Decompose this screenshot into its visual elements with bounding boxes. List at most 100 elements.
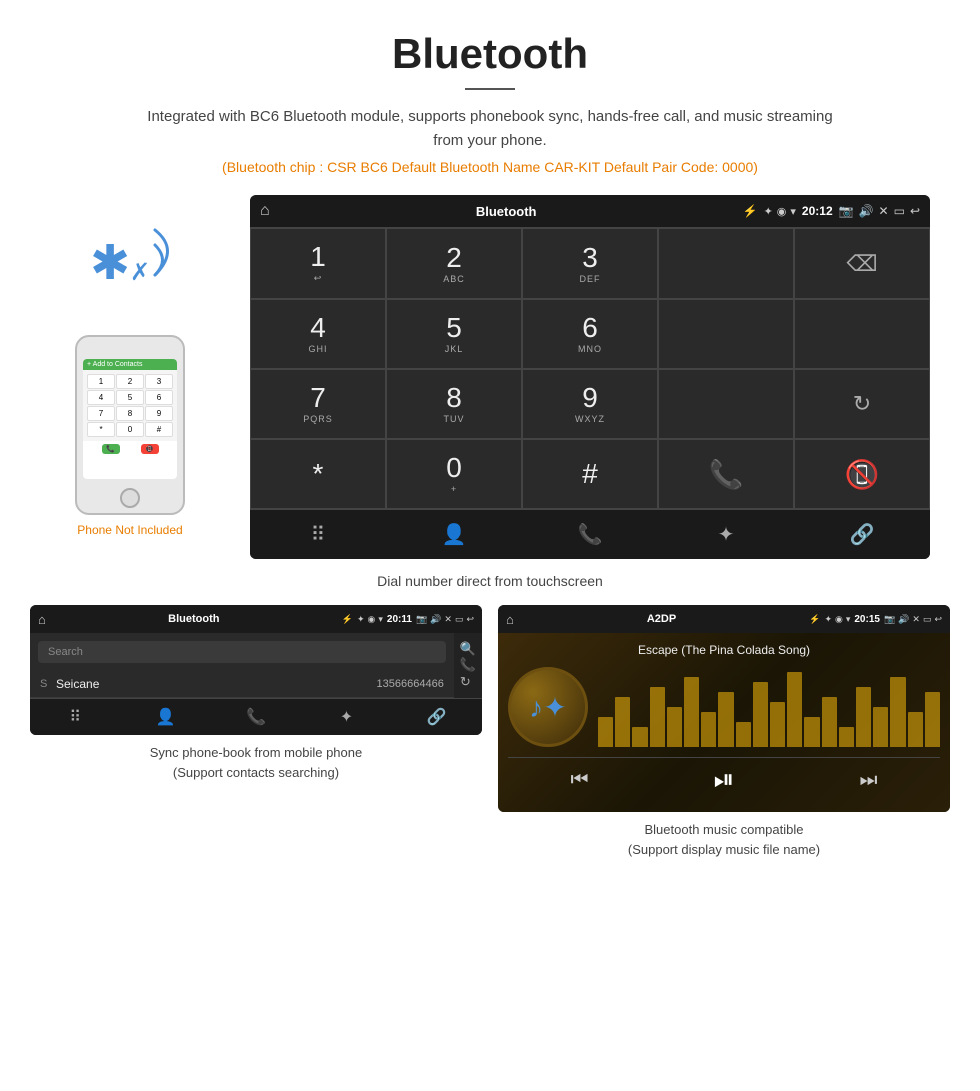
pb-sig-icon: ▾ xyxy=(378,614,383,625)
music-play-button[interactable]: ⏯ xyxy=(714,764,735,796)
pb-bottom-nav: ⠿ 👤 📞 ✦ 🔗 xyxy=(30,698,482,735)
dialpad-grid: 1 ↩ 2 ABC 3 DEF ⌫ 4 GHI 5 JKL xyxy=(250,227,930,509)
mini-key-0: 0 xyxy=(116,422,144,437)
music-song-title: Escape (The Pina Colada Song) xyxy=(638,643,810,657)
music-prev-button[interactable]: ⏮ xyxy=(571,769,589,792)
music-caption: Bluetooth music compatible(Support displ… xyxy=(628,820,820,859)
mini-end-button: 📵 xyxy=(141,444,159,454)
viz-bar xyxy=(615,697,630,747)
dial-sub-2: ABC xyxy=(443,274,465,284)
dial-key-star[interactable]: * xyxy=(250,439,386,509)
nav-phone-icon[interactable]: 📞 xyxy=(522,510,658,559)
nav-bluetooth-icon[interactable]: ✦ xyxy=(658,510,794,559)
mini-call-button: 📞 xyxy=(102,444,120,454)
viz-bar xyxy=(598,717,613,747)
pb-window-icon: ▭ xyxy=(455,614,464,625)
pb-nav-dialpad[interactable]: ⠿ xyxy=(30,699,120,735)
dial-sub-4: GHI xyxy=(308,344,327,354)
dial-key-4[interactable]: 4 GHI xyxy=(250,299,386,369)
nav-contacts-icon[interactable]: 👤 xyxy=(386,510,522,559)
dial-num-6: 6 xyxy=(582,314,598,342)
music-status-icons: ✦ ◉ ▾ xyxy=(824,614,850,625)
dial-key-empty-2 xyxy=(658,299,794,369)
call-icon: 📞 xyxy=(709,458,744,491)
music-main-area: ♪✦ xyxy=(508,667,940,747)
pb-search-placeholder: Search xyxy=(48,646,83,658)
pb-refresh-icon[interactable]: ↻ xyxy=(460,674,476,690)
statusbar-location-icon: ◉ xyxy=(777,205,787,218)
pb-right-icons: 📷 🔊 ✕ ▭ ↩ xyxy=(416,614,474,625)
dial-num-0: 0 xyxy=(446,454,462,482)
dial-num-hash: # xyxy=(582,460,598,488)
dial-caption: Dial number direct from touchscreen xyxy=(0,573,980,589)
viz-bar xyxy=(718,692,733,747)
viz-bar xyxy=(684,677,699,747)
dial-key-empty-1 xyxy=(658,228,794,299)
dial-key-call[interactable]: 📞 xyxy=(658,439,794,509)
music-usb-icon: ⚡ xyxy=(809,614,820,625)
viz-bar xyxy=(770,702,785,747)
pb-nav-bluetooth[interactable]: ✦ xyxy=(301,699,391,735)
mini-key-2: 2 xyxy=(116,374,144,389)
music-content: Escape (The Pina Colada Song) ♪✦ ⏮ ⏯ ⏭ xyxy=(498,633,950,812)
dial-num-8: 8 xyxy=(446,384,462,412)
dial-key-0[interactable]: 0 + xyxy=(386,439,522,509)
statusbar-right-icons: 📷 🔊 ✕ ▭ ↩ xyxy=(839,204,920,218)
nav-dialpad-icon[interactable]: ⠿ xyxy=(250,510,386,559)
pb-call-icon[interactable]: 📞 xyxy=(460,657,476,673)
dial-key-9[interactable]: 9 WXYZ xyxy=(522,369,658,439)
dial-sub-1: ↩ xyxy=(314,273,323,284)
dial-key-5[interactable]: 5 JKL xyxy=(386,299,522,369)
dial-num-star: * xyxy=(313,460,324,488)
pb-contact-row[interactable]: S Seicane 13566664466 xyxy=(30,671,454,698)
dial-key-3[interactable]: 3 DEF xyxy=(522,228,658,299)
dial-key-1[interactable]: 1 ↩ xyxy=(250,228,386,299)
statusbar-icons: ✦ ◉ ▾ xyxy=(764,205,796,218)
viz-bar xyxy=(650,687,665,747)
pb-nav-link[interactable]: 🔗 xyxy=(392,699,482,735)
mini-key-7: 7 xyxy=(87,406,115,421)
pb-search-icon[interactable]: 🔍 xyxy=(460,641,476,657)
pb-contact-name: Seicane xyxy=(56,677,377,691)
bluetooth-icon-area: ✱ ✗ xyxy=(80,225,180,315)
music-next-button[interactable]: ⏭ xyxy=(859,769,877,792)
mini-key-star: * xyxy=(87,422,115,437)
music-note-icon: ♪✦ xyxy=(529,691,566,724)
music-volume-icon: 🔊 xyxy=(898,614,909,625)
phonebook-caption: Sync phone-book from mobile phone(Suppor… xyxy=(150,743,362,782)
viz-bar xyxy=(925,692,940,747)
dial-key-empty-3 xyxy=(794,299,930,369)
dial-key-2[interactable]: 2 ABC xyxy=(386,228,522,299)
dial-num-4: 4 xyxy=(310,314,326,342)
pb-time: 20:11 xyxy=(387,614,412,625)
viz-bar xyxy=(890,677,905,747)
pb-contact-letter: S xyxy=(40,678,56,690)
dial-num-5: 5 xyxy=(446,314,462,342)
dial-key-7[interactable]: 7 PQRS xyxy=(250,369,386,439)
phone-screen: + Add to Contacts 1 2 3 4 5 6 7 8 9 * 0 … xyxy=(83,359,177,479)
pb-content-area: Search S Seicane 13566664466 🔍 📞 ↻ xyxy=(30,633,482,698)
dial-key-redial[interactable]: ↻ xyxy=(794,369,930,439)
pb-nav-contacts[interactable]: 👤 xyxy=(120,699,210,735)
pb-close-icon: ✕ xyxy=(444,614,452,625)
dial-sub-8: TUV xyxy=(444,414,465,424)
title-divider xyxy=(465,88,515,90)
pb-nav-phone[interactable]: 📞 xyxy=(211,699,301,735)
pb-bt-icon: ✦ xyxy=(357,614,365,625)
music-right-icons: 📷 🔊 ✕ ▭ ↩ xyxy=(884,614,942,625)
dial-key-8[interactable]: 8 TUV xyxy=(386,369,522,439)
mini-key-4: 4 xyxy=(87,390,115,405)
page-description: Integrated with BC6 Bluetooth module, su… xyxy=(140,105,840,153)
mini-key-6: 6 xyxy=(145,390,173,405)
nav-link-icon[interactable]: 🔗 xyxy=(794,510,930,559)
dial-key-end[interactable]: 📵 xyxy=(794,439,930,509)
statusbar-usb-icon: ⚡ xyxy=(743,204,758,218)
dial-sub-9: WXYZ xyxy=(575,414,605,424)
pb-search-bar[interactable]: Search xyxy=(38,641,446,663)
pb-volume-icon: 🔊 xyxy=(430,614,441,625)
dial-num-1: 1 xyxy=(310,243,326,271)
dial-key-6[interactable]: 6 MNO xyxy=(522,299,658,369)
dial-key-hash[interactable]: # xyxy=(522,439,658,509)
phone-mini-dialpad: 1 2 3 4 5 6 7 8 9 * 0 # xyxy=(83,370,177,441)
dial-key-backspace[interactable]: ⌫ xyxy=(794,228,930,299)
